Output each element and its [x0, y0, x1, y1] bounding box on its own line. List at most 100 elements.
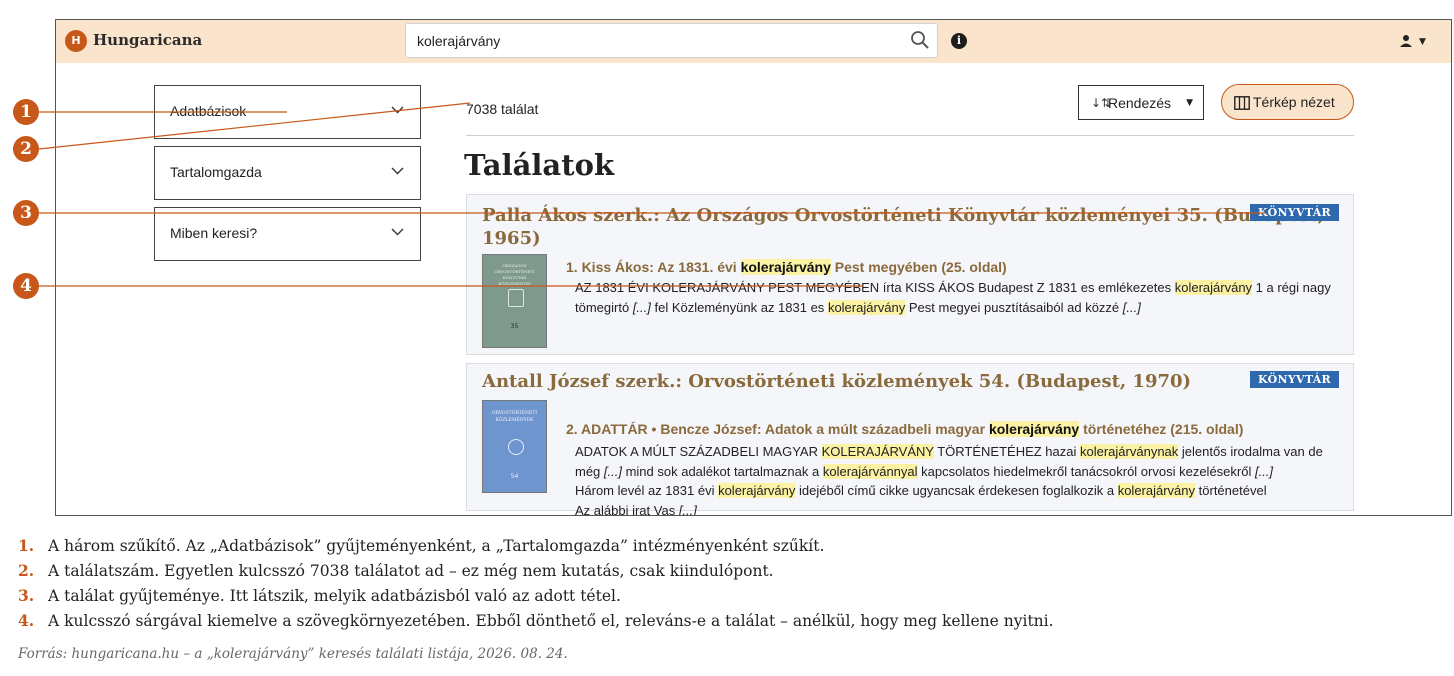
ellipsis: [...] [632, 299, 651, 315]
callout-marker-1: 1 [13, 99, 39, 125]
collection-badge[interactable]: KÖNYVTÁR [1250, 371, 1339, 388]
cover-text: ORVOSTÖRTÉNETI [491, 411, 538, 416]
sort-label: Rendezés [1108, 95, 1172, 111]
chevron-down-icon [391, 228, 404, 236]
filter-label: Miben keresi? [170, 225, 258, 241]
map-icon [1234, 96, 1250, 110]
cover-text: KÖZLEMÉNYEK [495, 418, 534, 423]
keyword-highlight: kolerajárvány [718, 483, 796, 498]
snippet-text: idejéből című cikke ugyancsak érdekesen … [795, 483, 1118, 498]
caption-number: 3. [18, 586, 35, 605]
snippet-text: mind sok adalékot tartalmaznak a [621, 463, 823, 479]
caption-item: 4. A kulcsszó sárgával kiemelve a szövegk… [18, 611, 1054, 630]
chevron-down-icon: ▼ [1419, 37, 1426, 47]
caption-text: A három szűkítő. Az „Adatbázisok” gyűjte… [48, 537, 825, 555]
snippet-text: még [575, 463, 604, 479]
snippet-text: tömegirtó [575, 299, 633, 315]
result-title-link[interactable]: Palla Ákos szerk.: Az Országos Orvostört… [482, 204, 1324, 250]
info-icon[interactable]: i [951, 33, 967, 49]
caption-item: 3. A találat gyűjteménye. Itt látszik, me… [18, 586, 621, 605]
book-cover-thumbnail[interactable]: ORVOSTÖRTÉNETI KÖZLEMÉNYEK 54 [482, 400, 547, 493]
snippet-text: történetével [1195, 483, 1267, 498]
result-card: Antall József szerk.: Orvostörténeti köz… [466, 363, 1354, 515]
snippet-text: kapcsolatos hiedelmekről tanácsokról orv… [917, 463, 1255, 479]
ellipsis: [...] [603, 463, 622, 479]
snippet-text: Az alábbi irat Vas [575, 502, 679, 516]
snippet-text: jelentős irodalma van de [1178, 444, 1323, 459]
emblem-icon [508, 289, 524, 307]
hit-heading-link[interactable]: 2. ADATTÁR • Bencze József: Adatok a múl… [566, 421, 1243, 437]
caption-text: A kulcsszó sárgával kiemelve a szövegkör… [48, 612, 1054, 630]
source-note: Forrás: hungaricana.hu – a „kolerajárván… [18, 646, 568, 662]
keyword-highlight: kolerajárvány [827, 299, 906, 315]
callout-marker-4: 4 [13, 273, 39, 299]
user-icon [1400, 35, 1412, 47]
collection-badge[interactable]: KÖNYVTÁR [1250, 204, 1339, 221]
caption-number: 4. [18, 611, 35, 630]
snippet-text: Pest megyei pusztításaiból ad közzé [905, 299, 1123, 315]
result-card: Palla Ákos szerk.: Az Országos Orvostört… [466, 194, 1354, 355]
snippet-text: 1 a régi nagy [1252, 280, 1331, 295]
cover-number: 35 [510, 323, 519, 330]
hit-heading-link[interactable]: 1. Kiss Ákos: Az 1831. évi kolerajárvány… [566, 259, 1007, 275]
caption-number: 2. [18, 561, 35, 580]
search-box[interactable]: kolerajárvány [405, 23, 938, 58]
result-title-line[interactable]: Palla Ákos szerk.: Az Országos Orvostört… [482, 205, 1324, 226]
filter-label: Adatbázisok [170, 103, 247, 119]
brand-name[interactable]: Hungaricana [93, 31, 202, 49]
user-menu-button[interactable]: ▼ [1399, 34, 1433, 50]
caption-text: A találatszám. Egyetlen kulcsszó 7038 ta… [48, 562, 774, 580]
hit-snippet: ADATOK A MÚLT SZÁZADBELI MAGYAR KOLERAJÁ… [575, 442, 1345, 516]
caption-item: 1. A három szűkítő. Az „Adatbázisok” gyűj… [18, 536, 824, 555]
map-view-button[interactable]: Térkép nézet [1221, 84, 1354, 120]
keyword-highlight: kolerajárvány [988, 421, 1080, 437]
hungaricana-logo-icon[interactable]: H [65, 30, 87, 52]
divider [466, 135, 1354, 136]
caption-number: 1. [18, 536, 35, 555]
hit-heading-text: történetéhez (215. oldal) [1079, 421, 1244, 437]
search-input[interactable]: kolerajárvány [417, 33, 500, 49]
result-title-link[interactable]: Antall József szerk.: Orvostörténeti köz… [482, 370, 1191, 393]
filter-content-provider[interactable]: Tartalomgazda [154, 146, 421, 200]
sort-button[interactable]: ↓⇅ Rendezés ▼ [1078, 85, 1204, 120]
filter-search-scope[interactable]: Miben keresi? [154, 207, 421, 261]
snippet-text: TÖRTÉNETÉHEZ hazai [933, 444, 1080, 459]
filter-databases[interactable]: Adatbázisok [154, 85, 421, 139]
keyword-highlight: kolerajárvány [1174, 280, 1253, 295]
browser-screenshot: H Hungaricana kolerajárvány i ▼ Adatbázi… [55, 19, 1452, 516]
snippet-text: fel Közleményünk az 1831 es [650, 299, 828, 315]
hit-heading-text: 2. ADATTÁR • Bencze József: Adatok a múl… [566, 421, 989, 437]
cover-number: 54 [510, 473, 519, 480]
hit-heading-text: 1. Kiss Ákos: Az 1831. évi [566, 259, 741, 275]
callout-marker-2: 2 [13, 136, 39, 162]
emblem-icon [508, 439, 524, 455]
chevron-down-icon: ▼ [1186, 98, 1193, 108]
keyword-highlight: KOLERAJÁRVÁNY [821, 444, 934, 459]
callout-marker-3: 3 [13, 200, 39, 226]
snippet-text: ADATOK A MÚLT SZÁZADBELI MAGYAR [575, 444, 822, 459]
keyword-highlight: kolerajárvány [740, 259, 831, 275]
ellipsis: [...] [1122, 299, 1141, 315]
search-icon[interactable] [909, 29, 931, 51]
top-navbar: H Hungaricana kolerajárvány i ▼ [56, 20, 1451, 63]
snippet-text: AZ 1831 ÉVI [575, 280, 653, 295]
filter-label: Tartalomgazda [170, 164, 262, 180]
chevron-down-icon [391, 167, 404, 175]
snippet-text: Három levél az 1831 évi [575, 483, 719, 498]
caption-item: 2. A találatszám. Egyetlen kulcsszó 7038 … [18, 561, 774, 580]
result-title-line[interactable]: 1965) [482, 228, 541, 249]
map-view-label: Térkép nézet [1253, 94, 1335, 110]
cover-text: ORSZÁGOS ORVOSTÖRTÉNETI [494, 263, 535, 274]
caption-text: A találat gyűjteménye. Itt látszik, mely… [48, 587, 621, 605]
keyword-highlight: kolerajárványnak [1080, 444, 1179, 459]
chevron-down-icon [391, 106, 404, 114]
cover-text: KÖZLEMÉNYEI [498, 281, 531, 286]
book-cover-thumbnail[interactable]: ORSZÁGOS ORVOSTÖRTÉNETI KÖNYVTÁR KÖZLEMÉ… [482, 254, 547, 348]
ellipsis: [...] [1254, 463, 1274, 479]
keyword-highlight: kolerajárvánnyal [822, 463, 918, 479]
ellipsis: [...] [678, 502, 697, 516]
hit-snippet: AZ 1831 ÉVI KOLERAJÁRVÁNY PEST MEGYÉBEN … [575, 278, 1345, 317]
keyword-highlight: kolerajárvány [1117, 483, 1196, 498]
keyword-plain: KOLERAJÁRVÁNY [652, 280, 765, 295]
page-title: Találatok [464, 148, 615, 182]
